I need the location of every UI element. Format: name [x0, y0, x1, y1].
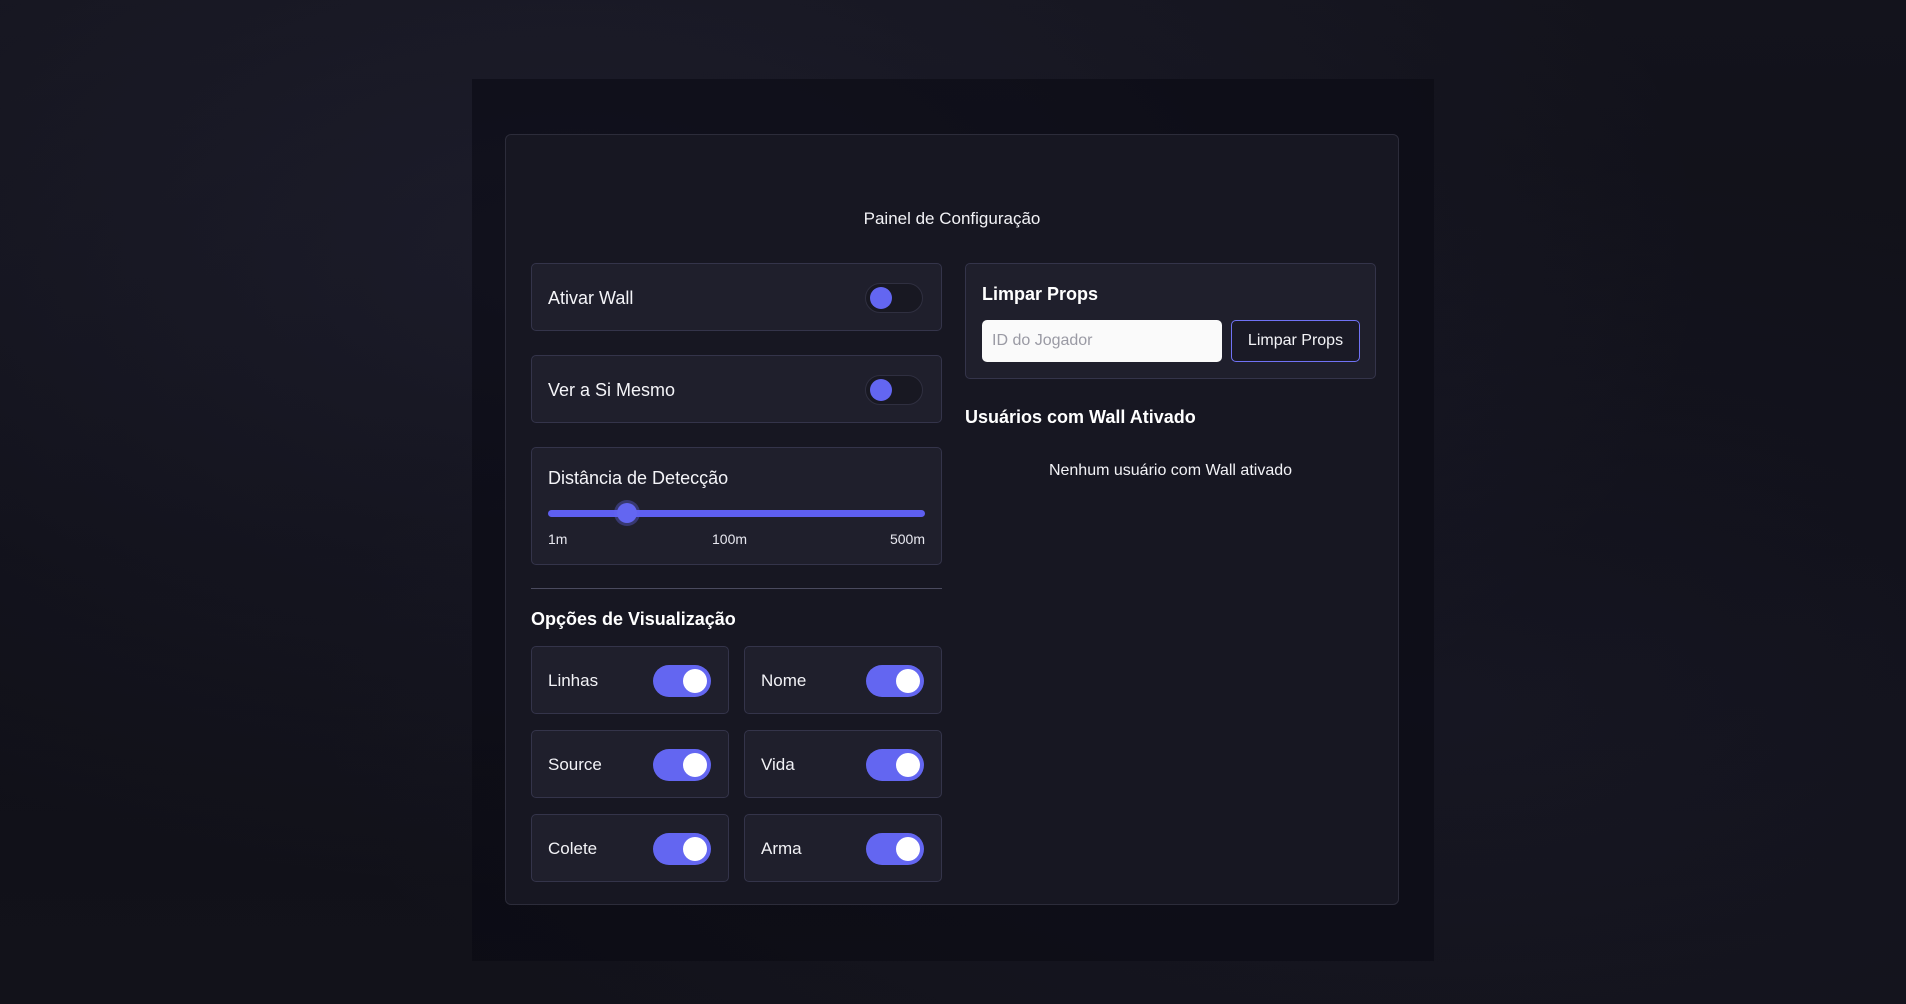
- arma-toggle[interactable]: [866, 833, 924, 865]
- toggle-knob: [896, 669, 920, 693]
- toggle-knob: [683, 753, 707, 777]
- distance-slider-thumb[interactable]: [617, 503, 638, 523]
- option-card-nome: Nome: [744, 646, 942, 714]
- distance-card: Distância de Detecção 1m 100m 500m: [531, 447, 942, 565]
- distance-slider[interactable]: [548, 503, 925, 523]
- toggle-knob: [683, 837, 707, 861]
- option-label: Linhas: [548, 671, 599, 690]
- toggle-knob: [896, 837, 920, 861]
- option-label: Colete: [548, 839, 598, 858]
- clear-props-card: Limpar Props Limpar Props: [965, 263, 1376, 379]
- option-label: Source: [548, 755, 602, 774]
- wall-toggle-card: Ativar Wall: [531, 263, 942, 331]
- self-toggle-label: Ver a Si Mesmo: [548, 380, 676, 400]
- option-card-arma: Arma: [744, 814, 942, 882]
- config-panel: Painel de Configuração Ativar Wall Ver a…: [505, 134, 1399, 905]
- nome-toggle[interactable]: [866, 665, 924, 697]
- vida-toggle[interactable]: [866, 749, 924, 781]
- option-label: Vida: [761, 755, 795, 774]
- option-card-source: Source: [531, 730, 729, 798]
- panel-title: Painel de Configuração: [863, 209, 1041, 228]
- tick-min: 1m: [548, 531, 568, 547]
- option-label: Nome: [761, 671, 807, 690]
- option-label: Arma: [761, 839, 802, 858]
- view-options-title: Opções de Visualização: [531, 609, 736, 629]
- tick-max: 500m: [889, 531, 925, 547]
- option-card-colete: Colete: [531, 814, 729, 882]
- option-card-vida: Vida: [744, 730, 942, 798]
- toggle-knob: [870, 287, 892, 309]
- toggle-knob: [683, 669, 707, 693]
- wall-users-title: Usuários com Wall Ativado: [965, 407, 1196, 427]
- player-id-input[interactable]: [982, 320, 1222, 362]
- wall-users-empty: Nenhum usuário com Wall ativado: [1048, 462, 1293, 479]
- tick-mid: 100m: [712, 531, 748, 547]
- section-divider: [531, 588, 942, 589]
- self-toggle[interactable]: [865, 375, 923, 405]
- wall-toggle-label: Ativar Wall: [548, 288, 634, 308]
- source-toggle[interactable]: [653, 749, 711, 781]
- linhas-toggle[interactable]: [653, 665, 711, 697]
- clear-props-button[interactable]: Limpar Props: [1231, 320, 1360, 362]
- distance-label: Distância de Detecção: [548, 468, 729, 488]
- option-card-linhas: Linhas: [531, 646, 729, 714]
- wall-toggle[interactable]: [865, 283, 923, 313]
- clear-props-title: Limpar Props: [982, 284, 1099, 304]
- self-toggle-card: Ver a Si Mesmo: [531, 355, 942, 423]
- toggle-knob: [870, 379, 892, 401]
- colete-toggle[interactable]: [653, 833, 711, 865]
- toggle-knob: [896, 753, 920, 777]
